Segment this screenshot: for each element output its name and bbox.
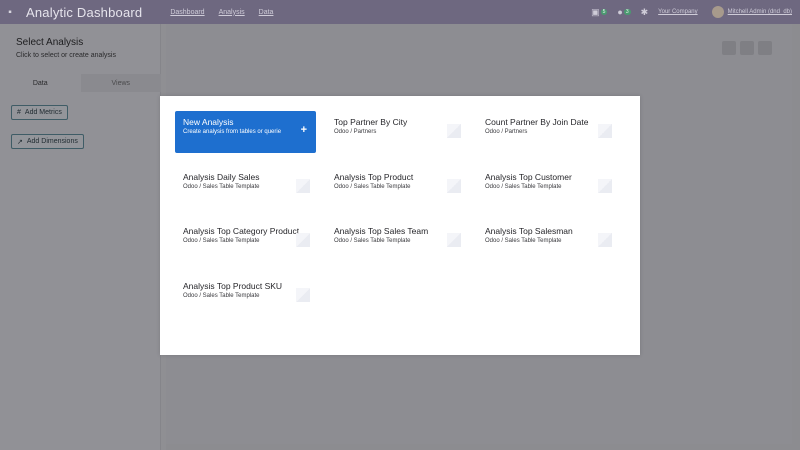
hash-icon: # xyxy=(17,109,21,116)
tab-data[interactable]: Data xyxy=(0,74,81,92)
nav-link-data[interactable]: Data xyxy=(259,9,274,16)
card-decoration-icon xyxy=(598,233,612,247)
analysis-card[interactable]: Count Partner By Join Date Odoo / Partne… xyxy=(477,111,618,153)
add-dimensions-button[interactable]: ↗ Add Dimensions xyxy=(11,134,84,149)
card-subtitle: Odoo / Sales Table Template xyxy=(183,238,260,244)
card-subtitle: Odoo / Sales Table Template xyxy=(183,184,260,190)
panel-subtitle: Click to select or create analysis xyxy=(16,52,116,59)
add-dimensions-label: Add Dimensions xyxy=(26,138,78,145)
analysis-card[interactable]: Analysis Top Product Odoo / Sales Table … xyxy=(326,166,467,208)
activities-badge: 3 xyxy=(623,9,631,15)
card-title: Top Partner By City xyxy=(334,117,408,127)
card-decoration-icon xyxy=(598,179,612,193)
table-icon[interactable] xyxy=(740,41,754,55)
select-analysis-modal: New Analysis Create analysis from tables… xyxy=(160,96,640,355)
card-subtitle: Odoo / Partners xyxy=(485,129,528,135)
card-subtitle: Odoo / Partners xyxy=(334,129,377,135)
debug-button[interactable]: ✱ xyxy=(641,7,649,18)
card-subtitle: Odoo / Sales Table Template xyxy=(485,184,562,190)
card-decoration-icon xyxy=(296,179,310,193)
activities-button[interactable]: ● 3 xyxy=(617,7,631,17)
card-decoration-icon xyxy=(598,124,612,138)
card-title: Count Partner By Join Date xyxy=(485,117,589,127)
analysis-card[interactable]: Analysis Top Product SKU Odoo / Sales Ta… xyxy=(175,275,316,317)
top-navbar: ▪︎ Analytic Dashboard Dashboard Analysis… xyxy=(0,0,800,24)
analysis-card[interactable]: Analysis Top Customer Odoo / Sales Table… xyxy=(477,166,618,208)
toolbar xyxy=(718,41,772,55)
new-analysis-card[interactable]: New Analysis Create analysis from tables… xyxy=(175,111,316,153)
messages-badge: 5 xyxy=(600,9,608,15)
card-decoration-icon xyxy=(296,233,310,247)
card-decoration-icon xyxy=(447,233,461,247)
card-subtitle: Odoo / Sales Table Template xyxy=(334,238,411,244)
card-decoration-icon xyxy=(447,124,461,138)
left-panel: Select Analysis Click to select or creat… xyxy=(0,24,161,450)
card-title: Analysis Top Category Product xyxy=(183,226,300,236)
card-title: Analysis Daily Sales xyxy=(183,172,260,182)
nav-link-dashboard[interactable]: Dashboard xyxy=(170,9,204,16)
company-switcher[interactable]: Your Company xyxy=(658,9,697,15)
app-title[interactable]: Analytic Dashboard xyxy=(26,5,142,20)
trend-icon: ↗ xyxy=(17,138,23,146)
card-title: Analysis Top Sales Team xyxy=(334,226,429,236)
add-metrics-label: Add Metrics xyxy=(24,109,62,116)
clock-icon: ● xyxy=(617,7,623,17)
card-decoration-icon xyxy=(447,179,461,193)
card-title: New Analysis xyxy=(183,117,234,127)
analysis-card[interactable]: Analysis Top Sales Team Odoo / Sales Tab… xyxy=(326,220,467,262)
analysis-card[interactable]: Top Partner By City Odoo / Partners xyxy=(326,111,467,153)
analysis-card[interactable]: Analysis Daily Sales Odoo / Sales Table … xyxy=(175,166,316,208)
card-decoration-icon xyxy=(296,288,310,302)
card-subtitle: Odoo / Sales Table Template xyxy=(183,293,260,299)
save-icon[interactable] xyxy=(758,41,772,55)
nav-link-analysis[interactable]: Analysis xyxy=(219,9,245,16)
apps-menu-icon[interactable]: ▪︎ xyxy=(2,7,18,18)
add-metrics-button[interactable]: # Add Metrics xyxy=(11,105,68,120)
card-subtitle: Create analysis from tables or querie xyxy=(183,129,282,135)
card-subtitle: Odoo / Sales Table Template xyxy=(334,184,411,190)
panel-title: Select Analysis xyxy=(16,37,84,48)
card-title: Analysis Top Customer xyxy=(485,172,572,182)
card-title: Analysis Top Product SKU xyxy=(183,281,283,291)
card-title: Analysis Top Product xyxy=(334,172,414,182)
analysis-card[interactable]: Analysis Top Category Product Odoo / Sal… xyxy=(175,220,316,262)
user-menu[interactable]: Mitchell Admin (dnd_db) xyxy=(728,9,792,15)
bug-icon: ✱ xyxy=(640,6,649,17)
panel-tabs: Data Views xyxy=(0,74,161,92)
nav-right: ▣ 5 ● 3 ✱ Your Company Mitchell Admin (d… xyxy=(591,0,792,24)
nav-links: Dashboard Analysis Data xyxy=(170,9,287,16)
card-title: Analysis Top Salesman xyxy=(485,226,573,236)
chart-icon[interactable] xyxy=(722,41,736,55)
plus-icon: + xyxy=(300,124,307,136)
messages-button[interactable]: ▣ 5 xyxy=(591,6,608,18)
tab-views[interactable]: Views xyxy=(80,74,161,92)
avatar[interactable] xyxy=(711,6,724,18)
card-subtitle: Odoo / Sales Table Template xyxy=(485,238,562,244)
chat-icon: ▣ xyxy=(591,6,600,17)
analysis-card[interactable]: Analysis Top Salesman Odoo / Sales Table… xyxy=(477,220,618,262)
